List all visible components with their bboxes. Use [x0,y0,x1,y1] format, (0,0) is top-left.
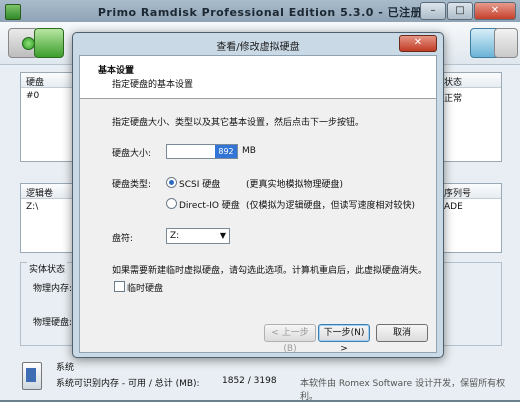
status-bar: 系统 系统可识别内存 - 可用 / 总计 (MB): 1852 / 3198 本… [0,356,520,402]
maximize-button[interactable]: □ [447,2,473,20]
wizard-header: 基本设置 指定硬盘的基本设置 [80,56,436,99]
status-system-label: 系统 [56,363,75,373]
physical-memory-label: 物理内存: [33,284,73,294]
col-volume[interactable]: 逻辑卷 [26,186,53,199]
drive-letter-select[interactable]: Z: ▼ [166,228,230,244]
dialog-body: 基本设置 指定硬盘的基本设置 指定硬盘大小、类型以及其它基本设置，然后点击下一步… [79,55,437,354]
physical-disk-label: 物理硬盘: [33,318,73,328]
instruction-text: 指定硬盘大小、类型以及其它基本设置，然后点击下一步按钮。 [112,118,365,128]
directio-option-label[interactable]: Direct-IO 硬盘 [179,198,240,211]
directio-radio[interactable] [166,198,177,209]
close-button[interactable]: ✕ [474,2,516,20]
wizard-header-title: 基本设置 [98,66,135,76]
window-controls: – □ ✕ [420,2,516,20]
cancel-button[interactable]: 取消 [376,324,428,342]
scsi-option-desc: (更真实地模拟物理硬盘) [246,180,344,190]
status-memory-label: 系统可识别内存 - 可用 / 总计 (MB): [56,379,200,389]
col-serial[interactable]: 序列号 [444,186,471,199]
disk-size-value: 892 [215,145,237,158]
volume-row-serial[interactable]: ADE [444,202,463,212]
scsi-option-label[interactable]: SCSI 硬盘 [179,177,220,190]
help-icon[interactable] [494,28,518,58]
disk-row-id[interactable]: #0 [26,91,39,101]
dialog-title: 查看/修改虚拟硬盘 [216,42,300,53]
drive-letter-value: Z: [170,231,180,241]
dialog-close-button[interactable]: ✕ [399,35,437,52]
status-memory-value: 1852 / 3198 [222,376,277,386]
disk-size-input[interactable]: 892 [166,144,238,159]
disk-size-unit: MB [242,146,256,156]
copyright-text: 本软件由 Romex Software 设计开发，保留所有权利。 [300,379,506,402]
col-disk[interactable]: 硬盘 [26,75,44,88]
next-button[interactable]: 下一步(N) > [318,324,370,354]
add-disk-icon[interactable] [34,28,64,58]
main-title-bar: Primo Ramdisk Professional Edition 5.3.0… [0,0,520,22]
modify-disk-dialog: 查看/修改虚拟硬盘 ✕ 基本设置 指定硬盘的基本设置 指定硬盘大小、类型以及其它… [72,32,444,358]
disk-row-status[interactable]: 正常 [444,91,462,104]
volume-row-name[interactable]: Z:\ [26,202,38,212]
col-status[interactable]: 状态 [444,75,462,88]
dialog-title-bar: 查看/修改虚拟硬盘 ✕ [73,33,443,55]
minimize-button[interactable]: – [420,2,446,20]
state-group-title: 实体状态 [27,262,68,275]
chevron-down-icon: ▼ [219,231,226,240]
scsi-radio[interactable] [166,177,177,188]
directio-option-desc: (仅模拟为逻辑硬盘，但读写速度相对较快) [246,201,416,211]
drive-letter-label: 盘符: [112,234,134,244]
wizard-header-subtitle: 指定硬盘的基本设置 [112,80,194,90]
back-button[interactable]: < 上一步(B) [264,324,316,354]
temp-disk-note: 如果需要新建临时虚拟硬盘，请勾选此选项。计算机重启后，此虚拟硬盘消失。 [112,266,428,276]
disk-type-label: 硬盘类型: [112,180,152,190]
temp-disk-checkbox[interactable] [114,281,125,292]
system-memory-icon [22,362,42,390]
disk-size-label: 硬盘大小: [112,149,152,159]
temp-disk-label[interactable]: 临时硬盘 [127,281,163,294]
